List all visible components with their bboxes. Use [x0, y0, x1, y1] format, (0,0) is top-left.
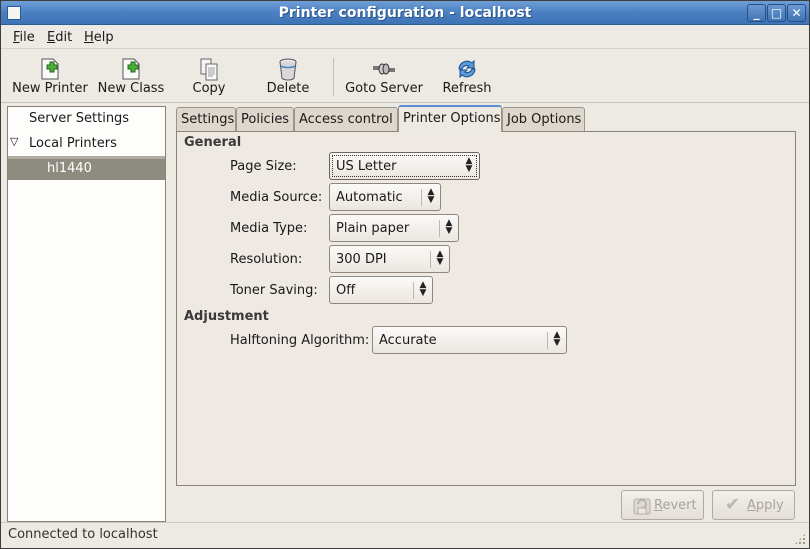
combo-separator: [430, 251, 431, 268]
resolution-value: 300 DPI: [336, 252, 387, 267]
minimize-button[interactable]: _: [747, 4, 766, 22]
copy-button[interactable]: Copy: [179, 54, 239, 100]
apply-button[interactable]: ✔ Apply: [712, 490, 795, 520]
toner-saving-label: Toner Saving:: [230, 283, 318, 298]
toolbar: New Printer New Class Copy Delete Goto S…: [1, 50, 809, 103]
refresh-icon: [458, 59, 476, 79]
menu-help-mnemonic: H: [84, 30, 94, 45]
refresh-button[interactable]: Refresh: [437, 54, 497, 100]
new-printer-label: New Printer: [12, 81, 88, 96]
tree-item-label: Local Printers: [29, 136, 117, 151]
resolution-select[interactable]: 300 DPI ▲ ▼: [329, 245, 450, 273]
resolution-label: Resolution:: [230, 252, 303, 267]
combo-separator: [547, 332, 548, 349]
window-title: Printer configuration - localhost: [278, 5, 532, 21]
printer-config-window: Printer configuration - localhost _ □ ✕ …: [0, 0, 810, 549]
tree-item-label: Server Settings: [29, 111, 130, 126]
menu-file[interactable]: File: [13, 30, 35, 45]
menu-file-rest: ile: [19, 30, 35, 45]
tree-item-local-printers[interactable]: ▽ Local Printers: [8, 132, 165, 156]
tab-printer-options[interactable]: Printer Options: [398, 105, 502, 132]
resize-grip[interactable]: [794, 533, 806, 545]
tree-item-hl1440[interactable]: hl1440: [8, 156, 165, 180]
new-class-label: New Class: [97, 81, 165, 96]
general-heading: General: [184, 135, 242, 150]
menu-help-rest: elp: [93, 30, 114, 45]
updown-arrow-icon: ▲ ▼: [553, 330, 561, 348]
new-printer-icon: [41, 58, 59, 80]
tab-job-options[interactable]: Job Options: [502, 107, 585, 131]
printer-options-panel: General Page Size: US Letter ▲ ▼ Media So…: [176, 131, 796, 486]
tree-item-label: hl1440: [47, 161, 92, 176]
status-text: Connected to localhost: [8, 527, 158, 542]
halftoning-value: Accurate: [379, 333, 437, 348]
media-source-select[interactable]: Automatic ▲ ▼: [329, 183, 441, 211]
media-type-select[interactable]: Plain paper ▲ ▼: [329, 214, 459, 242]
refresh-label: Refresh: [442, 81, 492, 96]
revert-label: Revert: [654, 498, 697, 513]
revert-icon: [633, 498, 651, 515]
tab-access-control[interactable]: Access control: [294, 107, 398, 131]
tab-policies[interactable]: Policies: [236, 107, 294, 131]
media-type-value: Plain paper: [336, 221, 410, 236]
goto-server-label: Goto Server: [345, 81, 423, 96]
menu-edit[interactable]: Edit: [47, 30, 72, 45]
page-size-label: Page Size:: [230, 159, 297, 174]
copy-label: Copy: [192, 81, 226, 96]
combo-separator: [413, 282, 414, 299]
media-source-value: Automatic: [336, 190, 403, 205]
maximize-icon: □: [770, 6, 783, 20]
trash-icon: [279, 58, 297, 81]
menu-edit-mnemonic: E: [47, 30, 56, 45]
new-class-icon: [122, 58, 140, 80]
plug-icon: [373, 63, 395, 75]
page-size-select[interactable]: US Letter ▲ ▼: [329, 152, 480, 180]
updown-arrow-icon: ▲ ▼: [427, 187, 435, 205]
apply-label: Apply: [747, 498, 784, 513]
halftoning-select[interactable]: Accurate ▲ ▼: [372, 326, 567, 354]
delete-label: Delete: [266, 81, 310, 96]
combo-separator: [421, 189, 422, 206]
tab-settings[interactable]: Settings: [176, 107, 236, 131]
toner-saving-select[interactable]: Off ▲ ▼: [329, 276, 433, 304]
close-icon: ✕: [791, 6, 802, 20]
adjustment-heading: Adjustment: [184, 309, 269, 324]
updown-arrow-icon: ▲ ▼: [465, 156, 473, 174]
media-type-label: Media Type:: [230, 221, 308, 236]
menu-bar: File Edit Help: [1, 25, 809, 49]
updown-arrow-icon: ▲ ▼: [445, 218, 453, 236]
delete-button[interactable]: Delete: [258, 54, 318, 100]
page-size-value: US Letter: [336, 159, 397, 174]
menu-help[interactable]: Help: [84, 30, 114, 45]
checkmark-icon: ✔: [725, 494, 741, 515]
updown-arrow-icon: ▲ ▼: [419, 280, 427, 298]
apply-mnemonic: A: [747, 498, 756, 513]
revert-button[interactable]: Revert: [621, 490, 704, 520]
new-class-button[interactable]: New Class: [93, 54, 169, 100]
toner-saving-value: Off: [336, 283, 356, 298]
combo-separator: [439, 220, 440, 237]
status-bar: Connected to localhost: [1, 522, 809, 548]
new-printer-button[interactable]: New Printer: [9, 54, 91, 100]
revert-mnemonic: R: [654, 498, 663, 513]
minimize-icon: _: [753, 6, 760, 20]
copy-icon: [200, 58, 218, 81]
title-bar: Printer configuration - localhost _ □ ✕: [1, 1, 809, 25]
tree-item-server-settings[interactable]: Server Settings: [8, 107, 165, 131]
goto-server-button[interactable]: Goto Server: [343, 54, 425, 100]
updown-arrow-icon: ▲ ▼: [436, 249, 444, 267]
printer-tree: Server Settings ▽ Local Printers hl1440: [7, 106, 166, 522]
halftoning-label: Halftoning Algorithm:: [230, 333, 370, 348]
expander-triangle-icon[interactable]: ▽: [10, 135, 18, 148]
media-source-label: Media Source:: [230, 190, 323, 205]
close-button[interactable]: ✕: [787, 4, 806, 22]
maximize-button[interactable]: □: [767, 4, 786, 22]
menu-edit-rest: dit: [55, 30, 73, 45]
toolbar-separator: [333, 58, 334, 96]
